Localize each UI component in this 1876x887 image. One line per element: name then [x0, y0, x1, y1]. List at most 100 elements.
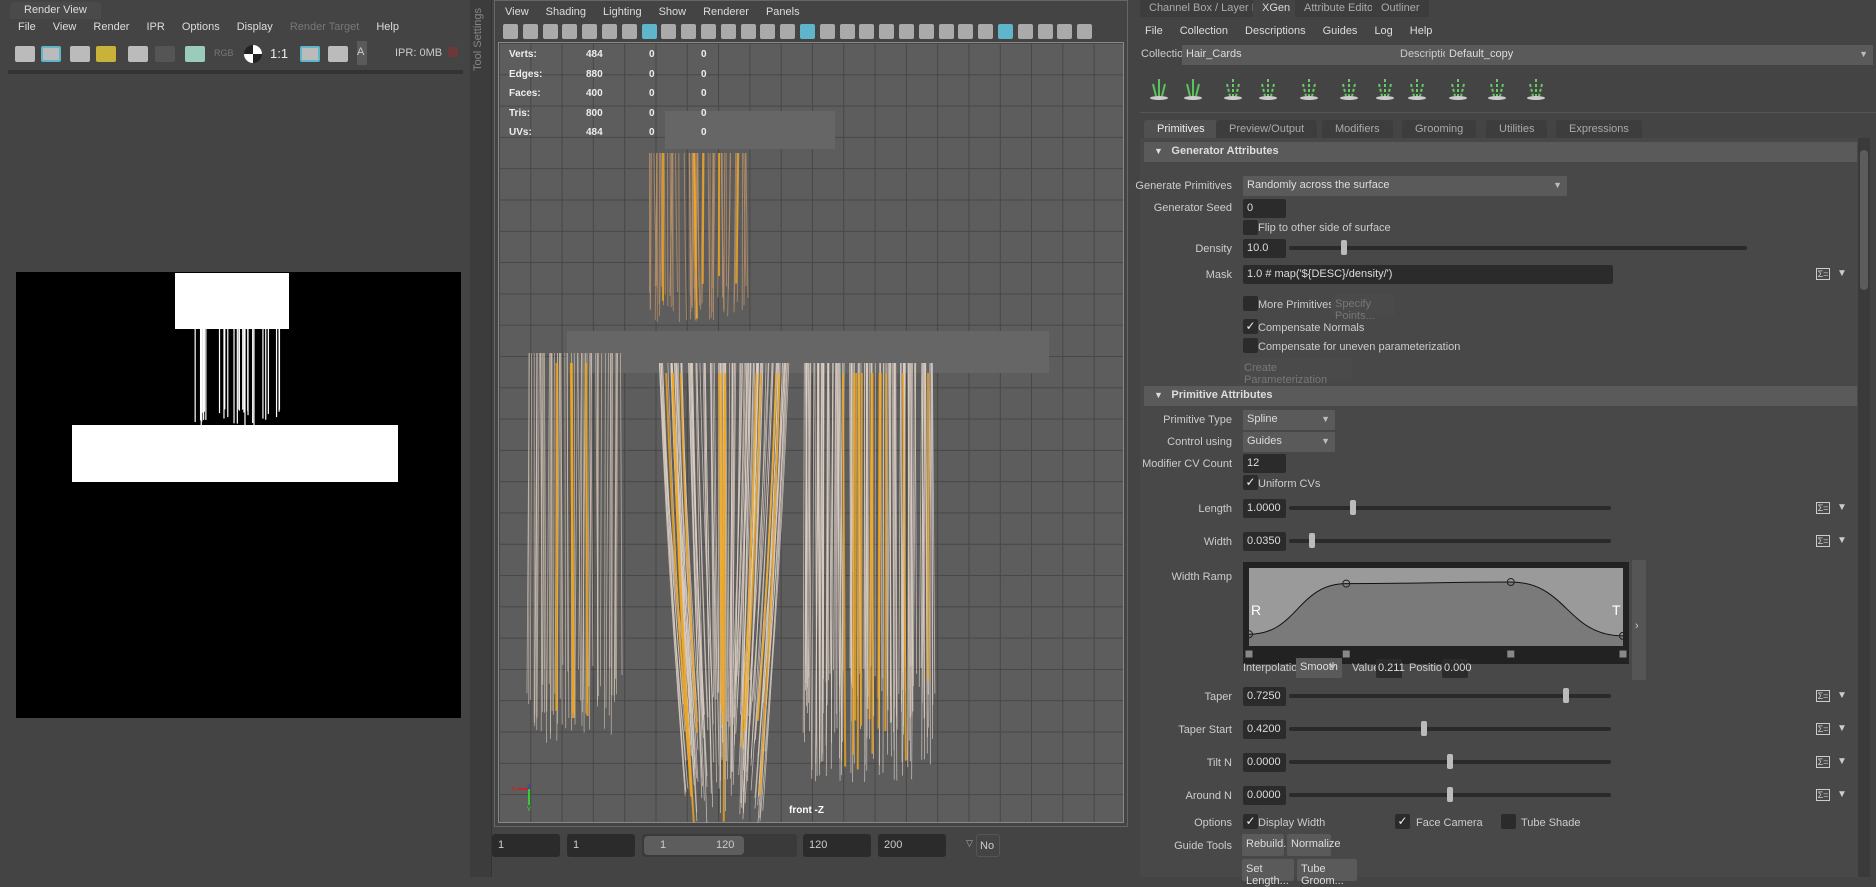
- rebuild-button[interactable]: Rebuild...: [1242, 834, 1292, 856]
- modifier-cv-count-field[interactable]: 12: [1243, 454, 1286, 473]
- xgen-lock-guide-icon[interactable]: [1372, 76, 1398, 102]
- dropdown-arrow-icon[interactable]: ▼: [1837, 535, 1847, 546]
- create-parameterization-map-button[interactable]: Create Parameterization Map: [1240, 358, 1352, 398]
- menu-render-target[interactable]: Render Target: [290, 21, 360, 33]
- expression-editor-icon[interactable]: Σ=: [1816, 502, 1830, 514]
- tab-expressions[interactable]: Expressions: [1556, 120, 1642, 138]
- tool-image-plane-icon[interactable]: [582, 24, 598, 39]
- menu-help[interactable]: Help: [376, 21, 399, 33]
- compensate-normals-checkbox[interactable]: ✓: [1243, 319, 1258, 334]
- tab-outliner[interactable]: Outliner: [1372, 0, 1429, 17]
- tool-settings-strip[interactable]: Tool Settings: [470, 0, 492, 877]
- more-primitives-checkbox[interactable]: [1243, 296, 1258, 311]
- tool-ambient-occlusion-icon[interactable]: [918, 24, 934, 39]
- width-ramp-editor[interactable]: R T: [1243, 562, 1629, 664]
- tool-xray-joints-icon[interactable]: [859, 24, 875, 39]
- description-dropdown[interactable]: Default_copy: [1445, 45, 1873, 65]
- menu-panels[interactable]: Panels: [766, 6, 800, 18]
- tab-preview-output[interactable]: Preview/Output: [1216, 120, 1318, 138]
- tool-film-gate-icon[interactable]: [661, 24, 677, 39]
- ramp-expand-button[interactable]: ›: [1632, 560, 1646, 680]
- menu-show[interactable]: Show: [659, 6, 687, 18]
- uniform-cvs-checkbox[interactable]: ✓: [1243, 475, 1258, 490]
- start-time-field[interactable]: 1: [492, 834, 560, 857]
- taper-field[interactable]: 0.7250: [1243, 687, 1286, 706]
- mask-expression-field[interactable]: 1.0 # map('${DESC}/density/'): [1243, 265, 1613, 284]
- xgen-preview-shape-icon[interactable]: [1180, 76, 1206, 102]
- xgen-bind-guides-icon[interactable]: [1404, 76, 1430, 102]
- tool-grease-pencil-icon[interactable]: [621, 24, 637, 39]
- scrollbar[interactable]: [1858, 138, 1870, 877]
- zoom-1-1-button[interactable]: 1:1: [270, 46, 288, 61]
- normalize-button[interactable]: Normalize: [1287, 834, 1341, 856]
- tool-motion-blur-icon[interactable]: [938, 24, 954, 39]
- width-field[interactable]: 0.0350: [1243, 532, 1286, 551]
- tube-groom-button[interactable]: Tube Groom...: [1297, 859, 1357, 887]
- tool-use-lights-icon[interactable]: [879, 24, 895, 39]
- tool-toggle-hud-icon[interactable]: [1077, 24, 1093, 39]
- tool-safe-title-icon[interactable]: [760, 24, 776, 39]
- current-time-field[interactable]: 1: [567, 834, 635, 857]
- dropdown-arrow-icon[interactable]: ▼: [1837, 502, 1847, 513]
- density-slider[interactable]: [1289, 240, 1747, 255]
- expression-editor-icon[interactable]: Σ=: [1816, 756, 1830, 768]
- ramp-handle[interactable]: [1244, 649, 1254, 659]
- slider-thumb[interactable]: [1447, 787, 1453, 802]
- compensate-uneven-checkbox[interactable]: [1243, 338, 1258, 353]
- expression-editor-icon[interactable]: Σ=: [1816, 789, 1830, 801]
- snapshot-icon[interactable]: [70, 46, 90, 62]
- around-n-slider[interactable]: [1289, 787, 1611, 802]
- density-field[interactable]: 10.0: [1243, 239, 1286, 258]
- tool-smooth-shade-icon[interactable]: [800, 24, 815, 39]
- tool-resolution-gate-icon[interactable]: [681, 24, 697, 39]
- stop-icon[interactable]: [448, 47, 458, 57]
- tool-isolate-select-icon[interactable]: [998, 24, 1013, 39]
- generator-attributes-header[interactable]: Generator Attributes: [1144, 142, 1857, 162]
- control-using-dropdown[interactable]: Guides: [1243, 432, 1335, 452]
- menu-renderer[interactable]: Renderer: [703, 6, 749, 18]
- ramp-handle[interactable]: [1506, 649, 1516, 659]
- tab-modifiers[interactable]: Modifiers: [1322, 120, 1393, 138]
- viewport-canvas[interactable]: Verts: 484 0 0 Edges: 880 0 0 Faces: 400 0 0 Tris: 80…: [498, 42, 1124, 824]
- tab-render-view[interactable]: Render View: [10, 2, 101, 19]
- menu-view[interactable]: View: [53, 21, 77, 33]
- menu-guides[interactable]: Guides: [1323, 25, 1358, 37]
- render-settings-icon[interactable]: [185, 46, 205, 62]
- tool-safe-action-icon[interactable]: [740, 24, 756, 39]
- tool-field-chart-icon[interactable]: [720, 24, 736, 39]
- tool-bookmark-icon[interactable]: [562, 24, 578, 39]
- max-time-field[interactable]: 200: [878, 834, 946, 857]
- length-field[interactable]: 1.0000: [1243, 499, 1286, 518]
- character-set-field[interactable]: No: [976, 834, 1000, 857]
- ramp-value-field[interactable]: 0.211: [1376, 659, 1405, 678]
- slider-thumb[interactable]: [1421, 721, 1428, 736]
- xgen-guide-card-icon[interactable]: [1523, 76, 1549, 102]
- expression-editor-icon[interactable]: Σ=: [1816, 723, 1830, 735]
- menu-file[interactable]: File: [18, 21, 36, 33]
- tool-lock-camera-icon[interactable]: [522, 24, 538, 39]
- slider-thumb[interactable]: [1340, 240, 1347, 255]
- ipr-render-icon[interactable]: [128, 46, 148, 62]
- menu-display[interactable]: Display: [237, 21, 273, 33]
- xgen-select-guide-cvs-icon[interactable]: [1484, 76, 1510, 102]
- end-time-field[interactable]: 120: [803, 834, 871, 857]
- alpha-button[interactable]: A: [357, 41, 367, 65]
- tab-grooming[interactable]: Grooming: [1402, 120, 1477, 138]
- slider-thumb[interactable]: [1308, 533, 1315, 548]
- generate-primitives-dropdown[interactable]: Randomly across the surface: [1243, 176, 1567, 196]
- xgen-add-guide-icon[interactable]: [1220, 76, 1246, 102]
- ramp-handle[interactable]: [1618, 649, 1628, 659]
- primitive-type-dropdown[interactable]: Spline: [1243, 410, 1335, 430]
- taper-start-slider[interactable]: [1289, 721, 1611, 736]
- face-camera-checkbox[interactable]: ✓: [1395, 814, 1410, 829]
- tool-anti-aliasing-icon[interactable]: [958, 24, 974, 39]
- range-slider[interactable]: 1 120: [642, 834, 797, 857]
- tool-default-material-icon[interactable]: [819, 24, 835, 39]
- length-slider[interactable]: [1289, 500, 1611, 515]
- menu-shading[interactable]: Shading: [546, 6, 586, 18]
- tool-wireframe-icon[interactable]: [780, 24, 796, 39]
- tab-primitives[interactable]: Primitives: [1144, 120, 1218, 138]
- taper-slider[interactable]: [1289, 688, 1611, 703]
- tool-panel-single-icon[interactable]: [1057, 24, 1073, 39]
- dropdown-arrow-icon[interactable]: ▼: [1837, 756, 1847, 767]
